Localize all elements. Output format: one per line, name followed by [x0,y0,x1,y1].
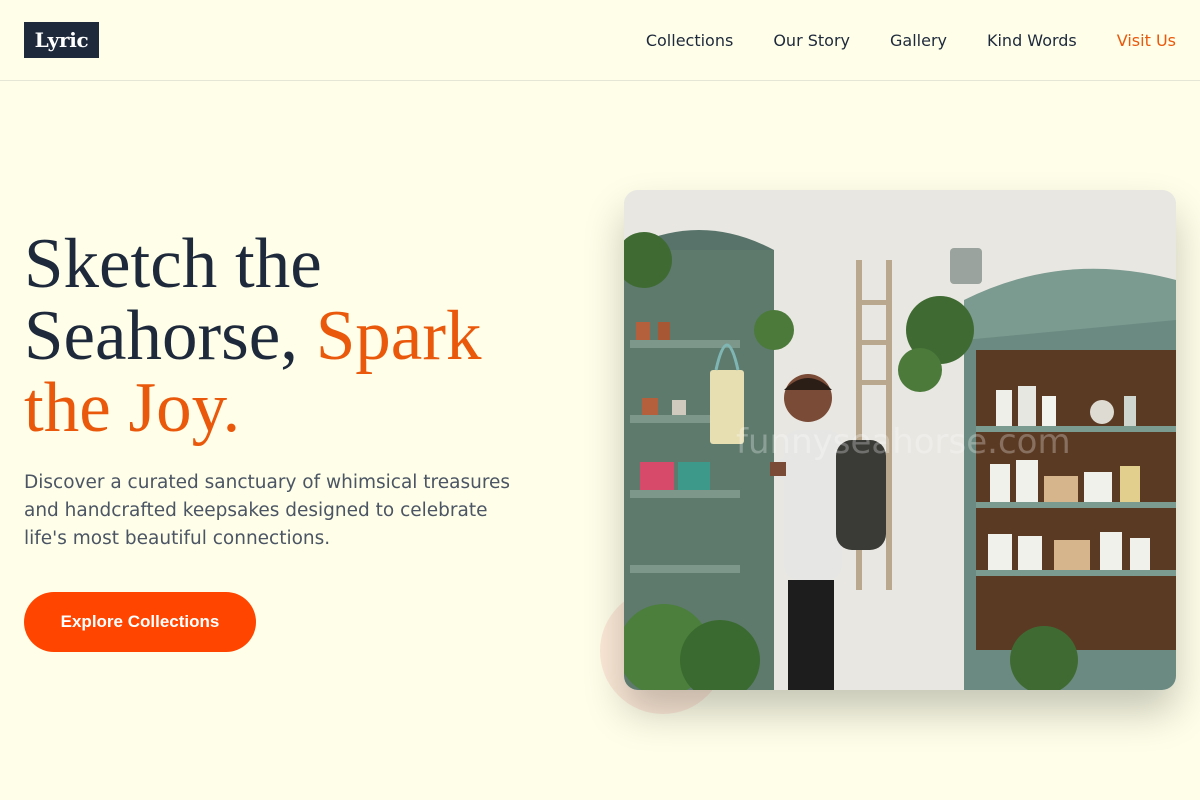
hero-subtext: Discover a curated sanctuary of whimsica… [24,472,511,549]
main-nav: Collections Our Story Gallery Kind Words… [646,28,1176,52]
nav-our-story[interactable]: Our Story [773,31,850,50]
nav-kind-words[interactable]: Kind Words [987,31,1077,50]
logo[interactable]: Lyric [24,22,99,58]
nav-visit-us[interactable]: Visit Us [1117,31,1176,50]
site-header: Lyric Collections Our Story Gallery Kind… [0,0,1200,81]
image-watermark: funnyseahorse.com [736,422,1071,462]
nav-collections[interactable]: Collections [646,31,733,50]
hero-image: funnyseahorse.com [624,190,1176,690]
hero-headline: Sketch the Seahorse, Spark the Joy. [24,228,544,444]
explore-collections-button[interactable]: Explore Collections [24,592,256,652]
nav-gallery[interactable]: Gallery [890,31,947,50]
headline-main: Sketch the Seahorse, [24,225,322,375]
